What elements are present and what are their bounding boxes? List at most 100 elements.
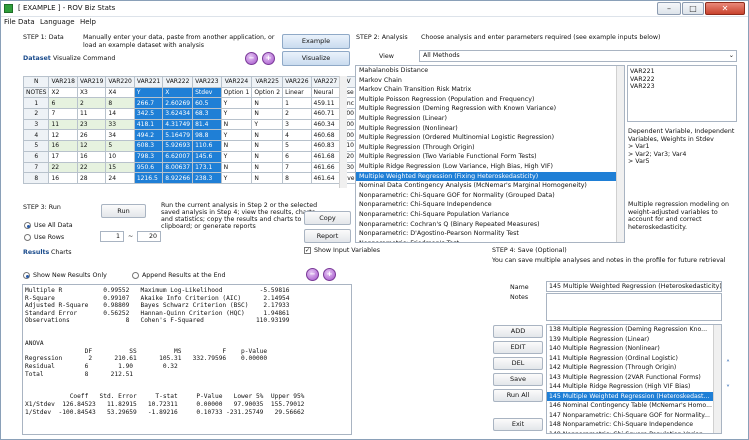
- grid-cell[interactable]: Y: [251, 118, 284, 131]
- grid-cell[interactable]: 461.66: [310, 161, 341, 174]
- grid-cell[interactable]: 26: [76, 129, 107, 142]
- method-list-item[interactable]: Nonparametric: Chi-Square Population Var…: [356, 210, 624, 220]
- grid-cell[interactable]: 1216.5: [133, 172, 164, 184]
- grid-cell[interactable]: N: [251, 172, 284, 184]
- saved-analysis-item[interactable]: 141 Multiple Regression (Ordinal Logisti…: [547, 354, 721, 364]
- parameters-input[interactable]: VAR221 VAR222 VAR223: [627, 65, 737, 122]
- grid-cell[interactable]: N: [251, 97, 284, 110]
- grid-cell[interactable]: 5: [282, 140, 312, 152]
- method-list-item[interactable]: Nominal Data Contingency Analysis (McNem…: [356, 181, 624, 191]
- grid-cell[interactable]: 5.16479: [162, 129, 194, 142]
- grid-cell[interactable]: 4.31749: [162, 118, 194, 131]
- method-list-item[interactable]: Nonparametric: Friedman's Test: [356, 239, 624, 242]
- grid-cell[interactable]: 238.3: [192, 172, 222, 184]
- method-list-item[interactable]: Nonparametric: Cochran's Q (Binary Repea…: [356, 220, 624, 230]
- method-list-item[interactable]: Nonparametric: D'Agostino-Pearson Normal…: [356, 229, 624, 239]
- grid-cell[interactable]: 16: [76, 150, 107, 163]
- grid-cell[interactable]: 460.34: [310, 118, 341, 131]
- saved-analysis-item[interactable]: 142 Multiple Regression (Through Origin): [547, 363, 721, 373]
- grid-cell[interactable]: 8: [105, 97, 135, 110]
- grid-cell[interactable]: Option 1: [220, 86, 253, 99]
- grid-cell[interactable]: N: [251, 108, 284, 120]
- column-header[interactable]: N: [22, 76, 50, 88]
- grid-cell[interactable]: 7: [282, 161, 312, 174]
- method-list-item[interactable]: Multiple Poisson Regression (Population …: [356, 95, 624, 105]
- grid-cell[interactable]: 461.64: [310, 172, 341, 184]
- grid-cell[interactable]: 173.1: [192, 161, 222, 174]
- method-list-item[interactable]: Multiple Regression (Linear): [356, 114, 624, 124]
- column-header[interactable]: VAR221: [133, 76, 164, 88]
- restore-button[interactable]: □: [682, 2, 704, 15]
- append-results-radio[interactable]: [132, 272, 139, 279]
- grid-cell[interactable]: 494.2: [133, 129, 164, 142]
- grid-cell[interactable]: 8: [282, 172, 312, 184]
- grid-cell[interactable]: N: [251, 140, 284, 152]
- notes-input[interactable]: [546, 293, 722, 321]
- grid-cell[interactable]: 5.92693: [162, 140, 194, 152]
- use-rows-radio[interactable]: [24, 234, 31, 241]
- grid-cell[interactable]: 6.62007: [162, 150, 194, 163]
- zoom-in-icon[interactable]: +: [262, 52, 275, 65]
- method-list-item[interactable]: Mahalanobis Distance: [356, 66, 624, 76]
- grid-cell[interactable]: N: [220, 140, 253, 152]
- method-list-item[interactable]: Multiple Weighted Regression (Fixing Het…: [356, 171, 624, 182]
- methods-scrollbar[interactable]: [616, 66, 624, 242]
- grid-cell[interactable]: 10: [105, 150, 135, 163]
- grid-cell[interactable]: 1: [22, 97, 50, 110]
- column-header[interactable]: VAR219: [76, 76, 107, 88]
- grid-cell[interactable]: 4: [282, 129, 312, 142]
- grid-cell[interactable]: 2.60269: [162, 97, 194, 110]
- column-header[interactable]: VAR226: [282, 76, 312, 88]
- name-input[interactable]: 145 Multiple Weighted Regression (Hetero…: [546, 281, 722, 292]
- grid-cell[interactable]: Y: [133, 86, 164, 99]
- saved-analysis-item[interactable]: 148 Nonparametric: Chi-Square Independen…: [547, 420, 721, 430]
- grid-cell[interactable]: 608.3: [133, 140, 164, 152]
- show-new-results-radio[interactable]: [23, 272, 30, 279]
- grid-cell[interactable]: 950.6: [133, 161, 164, 174]
- grid-cell[interactable]: 110.6: [192, 140, 222, 152]
- report-button[interactable]: Report: [304, 229, 351, 243]
- tab-results[interactable]: Results: [23, 249, 49, 256]
- grid-cell[interactable]: 22: [48, 161, 78, 174]
- edit-button[interactable]: EDIT: [493, 341, 543, 354]
- grid-cell[interactable]: 459.11: [310, 97, 341, 110]
- saved-scrollbar[interactable]: [713, 325, 721, 433]
- grid-cell[interactable]: X: [162, 86, 194, 99]
- saved-analysis-item[interactable]: 139 Multiple Regression (Linear): [547, 335, 721, 345]
- add-button[interactable]: ADD: [493, 325, 543, 338]
- grid-cell[interactable]: 460.71: [310, 108, 341, 120]
- saved-analysis-item[interactable]: 149 Nonparametric: Chi-Square Population…: [547, 430, 721, 434]
- row-from-input[interactable]: 1: [100, 231, 124, 242]
- column-header[interactable]: VAR223: [192, 76, 222, 88]
- grid-cell[interactable]: 145.6: [192, 150, 222, 163]
- grid-cell[interactable]: 461.68: [310, 150, 341, 163]
- exit-button[interactable]: Exit: [493, 418, 543, 431]
- grid-cell[interactable]: 5: [105, 140, 135, 152]
- saved-analysis-item[interactable]: 143 Multiple Regression (2VAR Functional…: [547, 373, 721, 383]
- show-inputs-checkbox[interactable]: ✓: [304, 247, 311, 254]
- run-button[interactable]: Run: [101, 204, 146, 218]
- tab-command[interactable]: Command: [83, 55, 115, 62]
- grid-cell[interactable]: X2: [48, 86, 78, 99]
- grid-cell[interactable]: 28: [76, 172, 107, 184]
- method-list-item[interactable]: Multiple Ridge Regression (Low Variance,…: [356, 162, 624, 172]
- delete-button[interactable]: DEL: [493, 357, 543, 370]
- column-header[interactable]: VAR227: [310, 76, 341, 88]
- grid-cell[interactable]: 4: [22, 129, 50, 142]
- saved-analysis-item[interactable]: 138 Multiple Regression (Deming Regressi…: [547, 325, 721, 335]
- save-button[interactable]: Save: [493, 373, 543, 386]
- grid-cell[interactable]: 1: [282, 97, 312, 110]
- grid-cell[interactable]: N: [251, 161, 284, 174]
- grid-cell[interactable]: 3: [282, 118, 312, 131]
- grid-cell[interactable]: 7: [22, 161, 50, 174]
- grid-cell[interactable]: 3: [22, 118, 50, 131]
- saved-analysis-item[interactable]: 144 Multiple Ridge Regression (High VIF …: [547, 382, 721, 392]
- grid-cell[interactable]: 68.3: [192, 108, 222, 120]
- grid-cell[interactable]: 12: [48, 129, 78, 142]
- method-list-item[interactable]: Markov Chain: [356, 76, 624, 86]
- method-list-item[interactable]: Markov Chain Transition Risk Matrix: [356, 85, 624, 95]
- grid-cell[interactable]: Y: [220, 108, 253, 120]
- methods-list[interactable]: Mahalanobis Distance Markov Chain Markov C…: [355, 65, 625, 243]
- grid-cell[interactable]: Stdev: [192, 86, 222, 99]
- run-all-button[interactable]: Run All: [493, 389, 543, 402]
